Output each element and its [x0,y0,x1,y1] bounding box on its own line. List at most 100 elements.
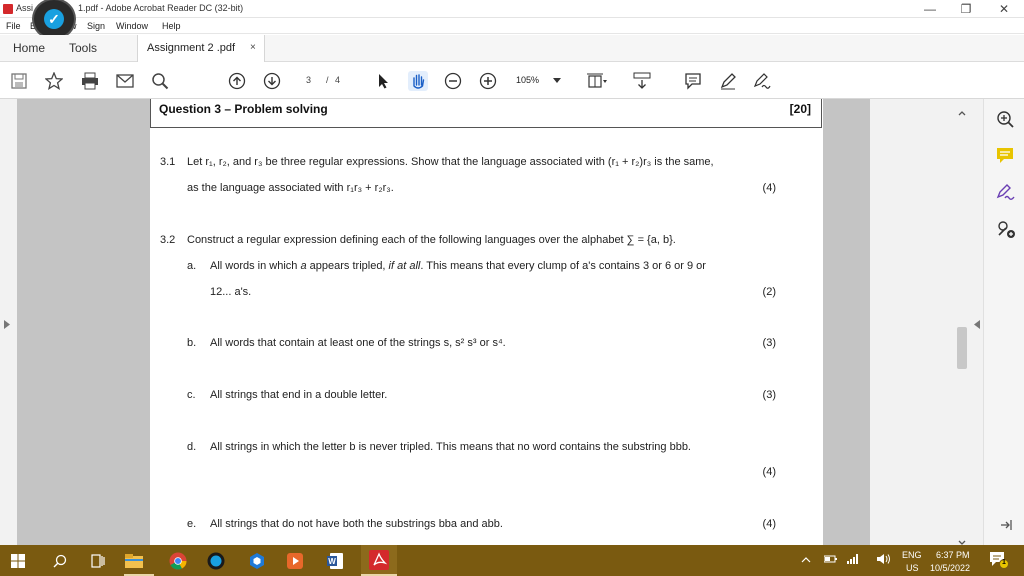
file-explorer-icon[interactable] [124,551,144,571]
page-total: 4 [335,75,341,85]
notification-count: 1 [1002,559,1006,566]
toolbar: 3 / 4 105% [0,62,1024,99]
media-player-icon[interactable] [285,551,305,571]
page-separator: / [326,75,329,85]
scrollbar-thumb[interactable] [957,327,967,369]
tab-home[interactable]: Home [0,35,58,62]
title-bar: Assi 1.pdf - Adobe Acrobat Reader DC (32… [0,0,1024,18]
zoom-dropdown-chevron-icon[interactable] [552,71,562,91]
menu-bar: File E w Sign Window Help [0,18,1024,34]
chrome-icon[interactable] [168,551,188,571]
battery-icon[interactable] [823,555,838,565]
clock-time[interactable]: 6:37 PM [936,550,970,560]
q32-number: 3.2 [160,234,176,246]
item-b-marks: (3) [762,337,776,349]
show-hidden-icons[interactable] [801,555,811,565]
item-c-text: All strings that end in a double letter. [210,389,388,401]
hand-tool-icon[interactable] [408,71,428,91]
overlay-app-logo: ✓ [34,0,74,38]
search-icon[interactable] [150,71,170,91]
notification-center-icon[interactable] [989,551,1009,571]
task-view-icon[interactable] [88,551,108,571]
zoom-search-icon[interactable] [996,110,1014,133]
select-cursor-icon[interactable] [373,71,393,91]
windows-start-icon[interactable] [8,551,28,571]
close-window-button[interactable]: ✕ [986,0,1022,18]
word-icon[interactable]: W [325,551,345,571]
fill-sign-panel-icon[interactable] [996,183,1016,206]
print-icon[interactable] [80,71,100,91]
scroll-up-icon[interactable] [958,103,966,121]
page-fit-icon[interactable] [587,71,607,91]
left-panel-expand-icon[interactable] [4,316,10,334]
item-a-label: a. [187,260,197,272]
language-indicator[interactable]: ENG [902,550,922,560]
vertical-scrollbar[interactable] [955,99,969,545]
highlight-pen-icon[interactable] [718,71,738,91]
collapse-panel-icon[interactable] [1000,518,1012,536]
tab-row: Home Tools Assignment 2 .pdf × [0,35,1024,63]
sticky-note-icon[interactable] [996,147,1014,170]
item-e-marks: (4) [762,518,776,530]
clock-date[interactable]: 10/5/2022 [930,563,970,573]
item-a-text-line2: 12... a's. [210,286,252,298]
email-icon[interactable] [115,71,135,91]
zoom-out-icon[interactable] [443,71,463,91]
q31-text-line2: as the language associated with r₁r₃ + r… [187,182,394,194]
page-number-input[interactable]: 3 [306,75,311,85]
q31-marks: (4) [762,182,776,194]
item-a-text: All words in which a appears tripled, if… [210,260,706,272]
tab-document[interactable]: Assignment 2 .pdf × [137,35,265,63]
item-a-text-part3: . This means that every clump of a's con… [420,260,706,272]
menu-file[interactable]: File [6,21,21,31]
item-a-text-part1: All words in which [210,260,301,272]
maximize-button[interactable]: ❐ [948,0,984,18]
item-e-label: e. [187,518,197,530]
next-page-icon[interactable] [262,71,282,91]
item-a-marks: (2) [762,286,776,298]
chat-app-icon[interactable] [206,551,226,571]
item-b-text: All words that contain at least one of t… [210,337,506,349]
more-tools-icon[interactable] [996,219,1016,244]
save-icon[interactable] [9,71,29,91]
window-title-left: Assi [16,3,34,13]
app-hexagon-icon[interactable] [247,551,267,571]
chat-bubble-icon: ✓ [44,9,64,29]
right-tools-panel [983,99,1024,545]
question-total-marks: [20] [789,102,811,116]
volume-icon[interactable] [876,553,892,567]
acrobat-icon [369,550,389,570]
menu-window[interactable]: Window [116,21,148,31]
minimize-button[interactable]: — [912,0,948,18]
item-a-text-emphasis2: if at all [388,260,421,272]
menu-help[interactable]: Help [162,21,181,31]
region-indicator: US [906,563,919,573]
close-tab-icon[interactable]: × [250,42,256,53]
bookmark-star-icon[interactable] [44,71,64,91]
previous-page-icon[interactable] [227,71,247,91]
tab-tools[interactable]: Tools [58,35,108,62]
window-title: 1.pdf - Adobe Acrobat Reader DC (32-bit) [78,3,244,13]
scroll-mode-icon[interactable] [632,71,652,91]
q32-text: Construct a regular expression defining … [187,234,676,246]
page-background-right [823,99,870,545]
question-title: Question 3 – Problem solving [159,102,328,116]
network-signal-icon[interactable] [846,554,860,566]
svg-text:W: W [328,557,336,566]
search-icon[interactable] [50,551,70,571]
item-e-text: All strings that do not have both the su… [210,518,503,530]
tab-document-label: Assignment 2 .pdf [147,42,236,54]
acrobat-taskbar-button[interactable] [361,545,397,576]
item-a-text-part2: appears tripled, [306,260,389,272]
zoom-in-icon[interactable] [478,71,498,91]
comment-icon[interactable] [683,71,703,91]
question-header-box: Question 3 – Problem solving [20] [150,99,822,128]
zoom-level-select[interactable]: 105% [516,75,539,85]
item-c-label: c. [187,389,196,401]
menu-sign[interactable]: Sign [87,21,105,31]
item-d-marks: (4) [762,466,776,478]
right-panel-collapse-icon[interactable] [974,316,980,334]
q31-number: 3.1 [160,156,176,168]
item-d-label: d. [187,441,197,453]
fill-sign-icon[interactable] [752,71,772,91]
